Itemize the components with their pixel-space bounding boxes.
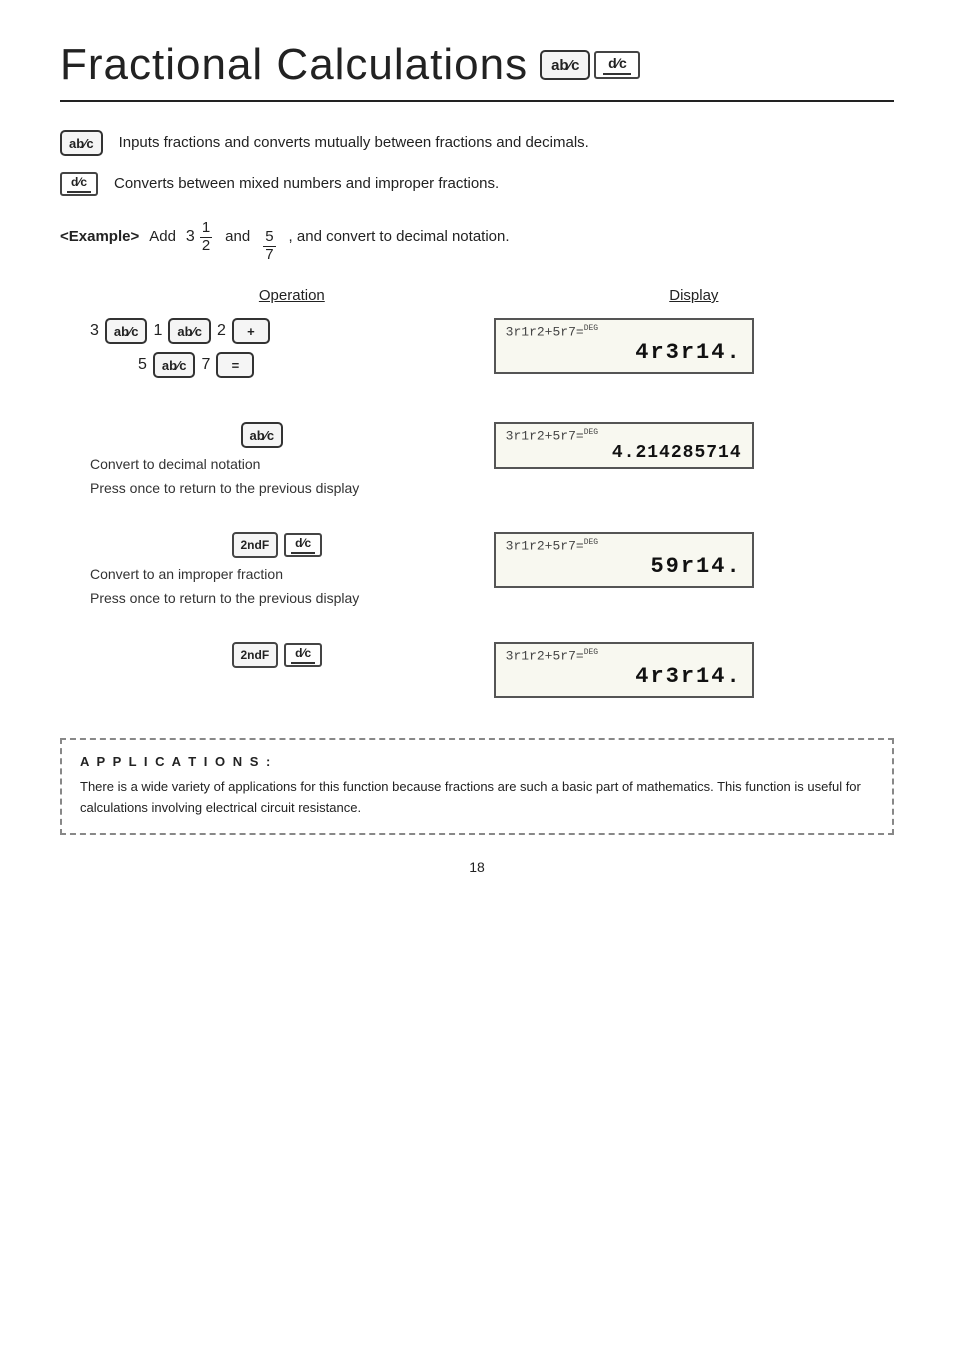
calc-top-1: 3r1r2+5r7=DEG [506,324,742,339]
step1-block: 3 ab⁄c 1 ab⁄c 2 + 5 ab⁄c 7 = 3r1r2+5r7=D… [60,318,894,386]
num-3: 3 [90,322,99,340]
plus-key[interactable]: + [232,318,270,344]
step3-display: 3r1r2+5r7=DEG 59r14. [494,532,894,606]
title-section: Fractional Calculations ab⁄c d⁄c [60,40,894,102]
applications-box: A P P L I C A T I O N S : There is a wid… [60,738,894,835]
step3-block: 2ndF d⁄c Convert to an improper fraction… [60,532,894,606]
ab-key-3[interactable]: ab⁄c [153,352,196,378]
step2-keys-row: ab⁄c [90,422,494,448]
num-5: 5 [138,356,147,374]
display-header: Display [494,287,894,304]
num-1: 1 [153,322,162,340]
desc-text-1: Inputs fractions and converts mutually b… [119,132,589,155]
step3-keys-row: 2ndF d⁄c [90,532,494,558]
desc-text-2: Converts between mixed numbers and impro… [114,173,499,196]
frac2-num: 5 [263,229,275,247]
step3-op: 2ndF d⁄c Convert to an improper fraction… [60,532,494,606]
deg-badge-1: DEG [584,324,598,333]
ab-key-2[interactable]: ab⁄c [168,318,211,344]
dc-key-desc2: d⁄c [60,172,98,196]
calc-display-4: 3r1r2+5r7=DEG 4r3r14. [494,642,754,698]
calc-top-3: 3r1r2+5r7=DEG [506,538,742,553]
step2-note2: Press once to return to the previous dis… [90,480,494,496]
example-intro: Add [149,228,176,245]
applications-title: A P P L I C A T I O N S : [80,754,874,769]
operation-header: Operation [90,287,494,304]
ab-key-title: ab⁄c [540,50,590,80]
2ndf-key-1[interactable]: 2ndF [232,532,279,558]
calc-bottom-1: 4r3r14. [506,339,742,368]
frac2-den: 7 [263,247,275,264]
desc-row-2: d⁄c Converts between mixed numbers and i… [60,172,894,196]
num-2: 2 [217,322,226,340]
ab-key-desc1: ab⁄c [60,130,103,156]
step1-op: 3 ab⁄c 1 ab⁄c 2 + 5 ab⁄c 7 = [60,318,494,386]
headers-row: Operation Display [60,287,894,314]
dc-key-title: d⁄c [594,51,640,79]
step3-notes: Convert to an improper fraction Press on… [90,566,494,606]
calc-top-2: 3r1r2+5r7=DEG [506,428,742,443]
page-number: 18 [60,859,894,875]
2ndf-key-2[interactable]: 2ndF [232,642,279,668]
step2-note1: Convert to decimal notation [90,456,494,472]
frac1-num: 1 [200,220,212,238]
step4-op: 2ndF d⁄c [60,642,494,698]
step2-notes: Convert to decimal notation Press once t… [90,456,494,496]
calc-display-1: 3r1r2+5r7=DEG 4r3r14. [494,318,754,374]
page-title: Fractional Calculations [60,40,528,90]
deg-badge-4: DEG [584,648,598,657]
deg-badge-2: DEG [584,428,598,437]
equals-key[interactable]: = [216,352,254,378]
title-icons: ab⁄c d⁄c [540,50,640,80]
calc-display-2: 3r1r2+5r7=DEG 4.214285714 [494,422,754,469]
step1-keys-row1: 3 ab⁄c 1 ab⁄c 2 + [90,318,494,344]
calc-bottom-2: 4.214285714 [506,443,742,463]
step1-keys-row2: 5 ab⁄c 7 = [90,352,494,378]
mixed-int: 3 [186,228,195,246]
ab-key-step2[interactable]: ab⁄c [241,422,284,448]
example-suffix: , and convert to decimal notation. [289,228,510,245]
mixed-frac-1: 3 1 2 [186,220,215,254]
step2-block: ab⁄c Convert to decimal notation Press o… [60,422,894,496]
calc-display-3: 3r1r2+5r7=DEG 59r14. [494,532,754,588]
applications-text: There is a wide variety of applications … [80,777,874,819]
step4-display: 3r1r2+5r7=DEG 4r3r14. [494,642,894,698]
dc-key-step3[interactable]: d⁄c [284,533,322,557]
step2-display: 3r1r2+5r7=DEG 4.214285714 [494,422,894,496]
step3-note2: Press once to return to the previous dis… [90,590,494,606]
step4-keys-row: 2ndF d⁄c [90,642,494,668]
deg-badge-3: DEG [584,538,598,547]
dc-key-step4[interactable]: d⁄c [284,643,322,667]
desc-row-1: ab⁄c Inputs fractions and converts mutua… [60,130,894,156]
ab-key-1[interactable]: ab⁄c [105,318,148,344]
calc-bottom-3: 59r14. [506,553,742,582]
example-section: <Example> Add 3 1 2 and 5 7 , and conver… [60,220,894,263]
step2-op: ab⁄c Convert to decimal notation Press o… [60,422,494,496]
calc-bottom-4: 4r3r14. [506,663,742,692]
frac1-den: 2 [200,238,212,255]
step4-block: 2ndF d⁄c 3r1r2+5r7=DEG 4r3r14. [60,642,894,698]
step3-note1: Convert to an improper fraction [90,566,494,582]
step1-display: 3r1r2+5r7=DEG 4r3r14. [494,318,894,386]
calc-top-4: 3r1r2+5r7=DEG [506,648,742,663]
example-label: <Example> [60,228,139,245]
fraction-1: 1 2 [200,220,212,254]
fraction-2: 5 7 [263,229,275,263]
num-7: 7 [201,356,210,374]
example-and: and [225,228,250,245]
